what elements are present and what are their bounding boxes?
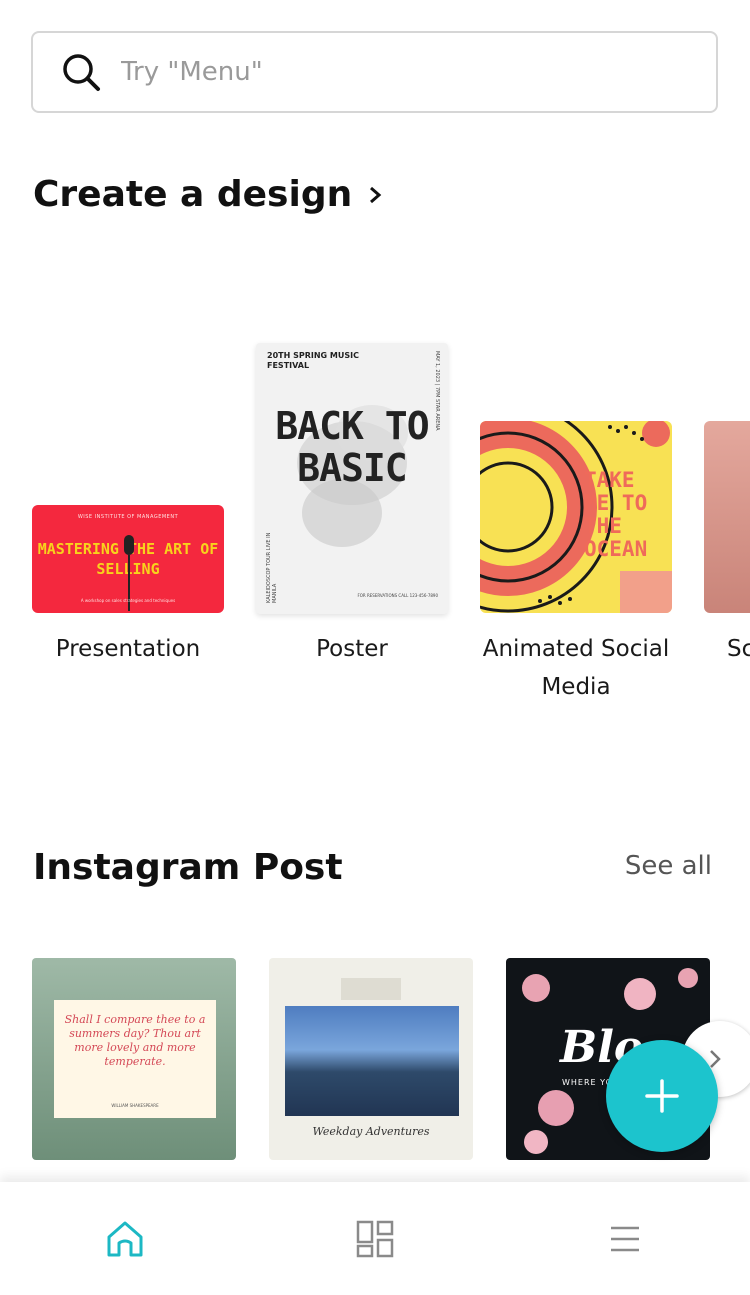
presentation-thumbnail[interactable]: WISE INSTITUTE OF MANAGEMENT MASTERING T… (32, 505, 224, 613)
instagram-post-heading: Instagram Post (33, 847, 343, 888)
poster-headline: BACK TO BASIC (275, 404, 429, 490)
poster-header: 20TH SPRING MUSIC FESTIVAL (267, 351, 359, 370)
poster-side-text: KALEIDOSCOP TOUR LIVE IN MANILA (266, 532, 278, 603)
create-design-title: Create a design (33, 174, 353, 215)
nav-home[interactable] (65, 1199, 185, 1279)
template-quote-text: Shall I compare thee to a summers day? T… (64, 1013, 206, 1068)
menu-icon (611, 1226, 639, 1251)
instagram-template-photo[interactable]: Weekday Adventures (269, 958, 473, 1160)
partial-design-thumbnail[interactable] (704, 421, 750, 613)
tape-decoration (341, 978, 401, 1000)
instagram-template-quote[interactable]: Shall I compare thee to a summers day? T… (32, 958, 236, 1160)
card-label-presentation: Presentation (55, 636, 201, 662)
create-design-heading[interactable]: Create a design (33, 174, 384, 215)
nav-designs[interactable] (315, 1199, 435, 1279)
template-caption: Weekday Adventures (312, 1125, 430, 1138)
search-bar[interactable] (31, 31, 718, 113)
thumb-subtext: A workshop on sales strategies and techn… (80, 598, 176, 603)
card-label-poster: Poster (316, 636, 388, 662)
card-label-animated-social: Animated Social Media (482, 636, 670, 700)
create-new-button[interactable] (606, 1040, 718, 1152)
chevron-right-icon (370, 186, 382, 203)
thumb-headline: TAKE ME TO THE OCEAN (584, 468, 648, 561)
card-label-partial: Sc (727, 636, 750, 662)
nav-menu[interactable] (565, 1199, 685, 1279)
thumb-text: WISE INSTITUTE OF MANAGEMENT (77, 514, 179, 520)
template-author-text: WILLIAM SHAKESPEARE (111, 1103, 159, 1108)
bottom-navigation (0, 1182, 750, 1295)
grid-icon (356, 1220, 394, 1257)
animated-social-thumbnail[interactable]: TAKE ME TO THE OCEAN (480, 421, 672, 613)
template-photo (285, 1006, 459, 1116)
home-icon (107, 1221, 143, 1256)
plus-icon (645, 1079, 679, 1113)
poster-footer: FOR RESERVATIONS CALL 123-456-7890 (357, 593, 438, 598)
search-icon (63, 54, 100, 91)
search-input[interactable] (119, 56, 683, 88)
see-all-link[interactable]: See all (625, 851, 712, 881)
poster-thumbnail[interactable]: 20TH SPRING MUSIC FESTIVAL MAY 1, 2023 |… (256, 343, 448, 614)
